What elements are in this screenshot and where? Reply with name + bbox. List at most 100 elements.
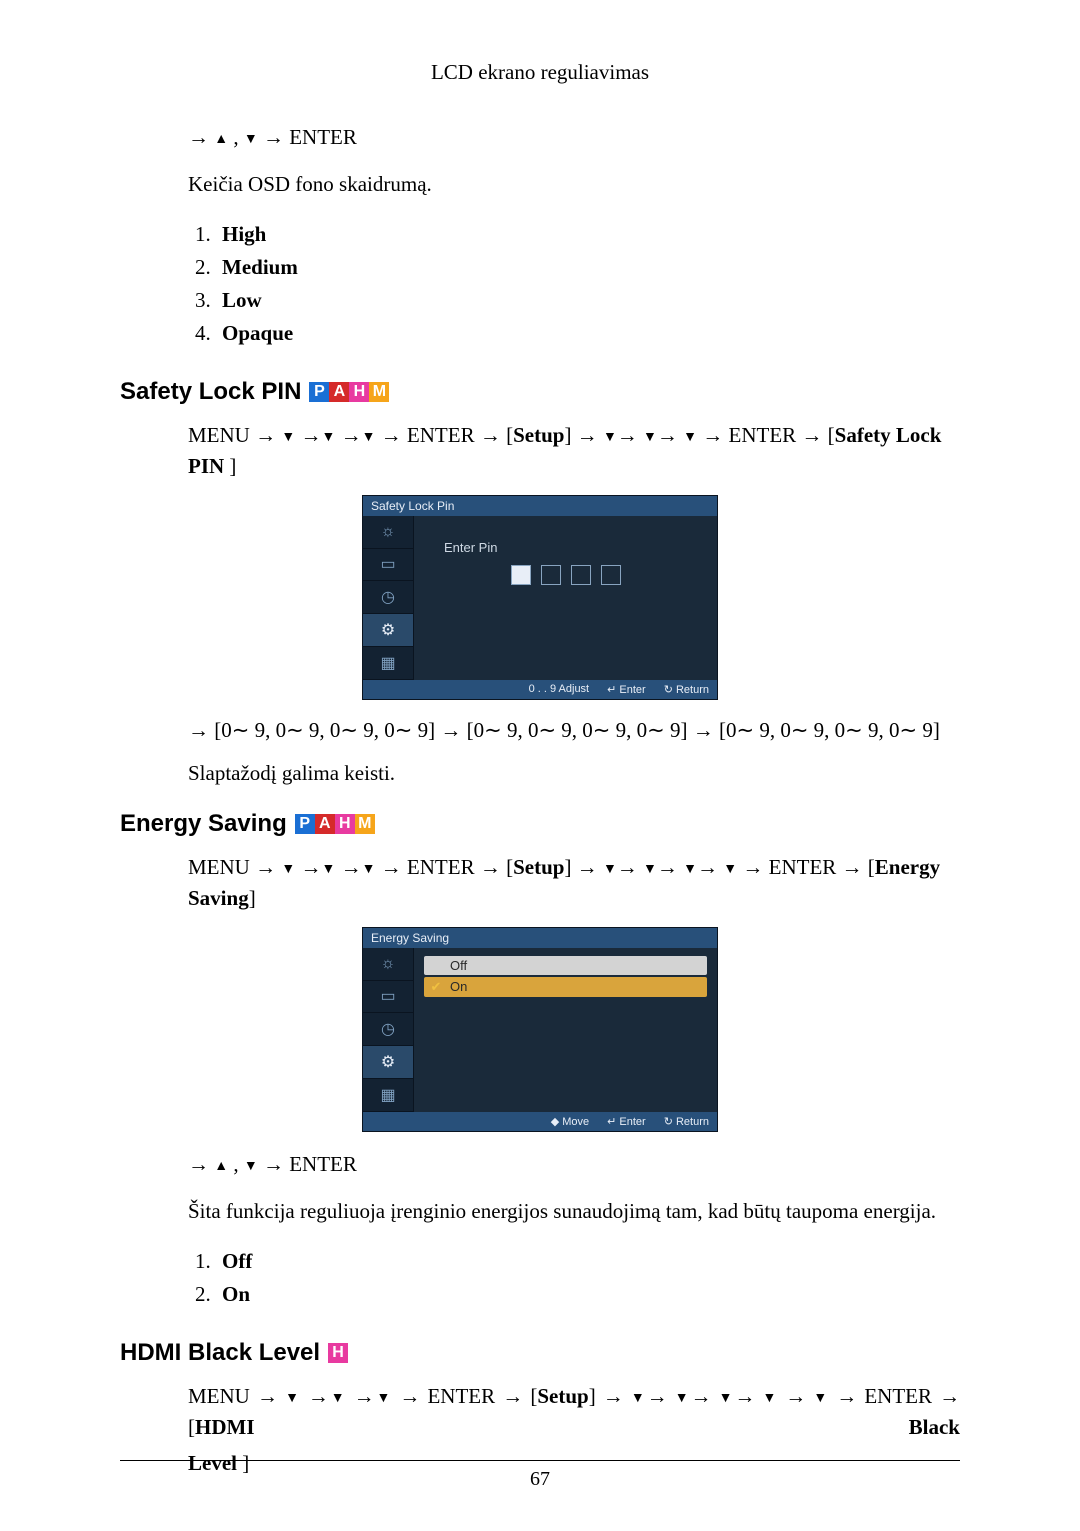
- check-icon: ✔: [430, 979, 442, 995]
- triangle-down-icon: [375, 1384, 393, 1408]
- footer-rule: [120, 1460, 960, 1461]
- osd-footer-move: ◆ Move: [551, 1115, 589, 1128]
- heading-safety-lock-pin: Safety Lock PIN P A H M: [120, 378, 960, 406]
- option-label: High: [222, 222, 266, 246]
- osd-multi-icon: ▦: [363, 1079, 413, 1112]
- separator-text: ,: [228, 125, 244, 149]
- badge-m-icon: M: [355, 814, 375, 834]
- nav-path-intro: → , → ENTER: [188, 123, 960, 152]
- enter-label: ENTER: [729, 423, 797, 447]
- triangle-down-icon: [675, 1384, 691, 1408]
- separator-text: ,: [228, 1152, 244, 1176]
- triangle-down-icon: [603, 855, 617, 879]
- osd-picture-icon: ☼: [363, 948, 413, 981]
- osd-footer-return: ↻ Return: [664, 1115, 709, 1128]
- setup-label: Setup: [537, 1384, 588, 1408]
- hdmi-black-label-1: HDMI Black: [195, 1415, 960, 1439]
- safety-lock-pin-label: Safety Lock PIN: [188, 423, 941, 479]
- triangle-down-icon: [281, 855, 295, 879]
- heading-energy-saving: Energy Saving P A H M: [120, 810, 960, 838]
- badge-h-icon: H: [335, 814, 355, 834]
- osd-footer-enter: ↵ Enter: [607, 1115, 646, 1128]
- enter-label: ENTER: [769, 855, 837, 879]
- enter-label: ENTER: [864, 1384, 932, 1408]
- triangle-down-icon: [723, 855, 737, 879]
- badge-a-icon: A: [315, 814, 335, 834]
- osd-footer: 0 . . 9 Adjust ↵ Enter ↻ Return: [363, 680, 717, 699]
- pin-box-icon: [571, 565, 591, 585]
- badge-h-icon: H: [328, 1343, 348, 1363]
- enter-label: ENTER: [427, 1384, 495, 1408]
- arrow-text: →: [188, 1152, 214, 1176]
- osd-multi-icon: ▦: [363, 647, 413, 680]
- heading-text: Safety Lock PIN: [120, 378, 301, 406]
- osd-sidebar: ☼ ▭ ◷ ⚙ ▦: [363, 948, 414, 1112]
- osd-option-on: ✔ On: [424, 977, 707, 997]
- osd-picture-icon: ☼: [363, 516, 413, 549]
- osd-main: Enter Pin: [414, 516, 717, 680]
- triangle-down-icon: [683, 855, 697, 879]
- list-item: Opaque: [216, 317, 960, 350]
- heading-text: HDMI Black Level: [120, 1339, 320, 1367]
- pin-box-icon: [541, 565, 561, 585]
- enter-label: ENTER: [289, 125, 357, 149]
- osd-title: Energy Saving: [363, 928, 717, 948]
- triangle-down-icon: [244, 1152, 258, 1176]
- arrow-icon: →: [188, 125, 214, 149]
- page-title: LCD ekrano reguliavimas: [120, 60, 960, 85]
- badge-p-icon: P: [295, 814, 315, 834]
- badge-m-icon: M: [369, 382, 389, 402]
- menu-path-safety: MENU → → → → ENTER → [Setup] → → → → ENT…: [188, 420, 960, 483]
- list-item: Off: [216, 1245, 960, 1278]
- triangle-down-icon: [281, 423, 295, 447]
- menu-label: MENU →: [188, 1384, 285, 1408]
- list-item: On: [216, 1278, 960, 1311]
- osd-body: ☼ ▭ ◷ ⚙ ▦ Off ✔ On: [363, 948, 717, 1112]
- option-label: Low: [222, 288, 262, 312]
- triangle-down-icon: [362, 855, 376, 879]
- energy-desc: Šita funkcija reguliuoja įrenginio energ…: [188, 1197, 960, 1226]
- pin-change-desc: Slaptažodį galima keisti.: [188, 761, 960, 786]
- osd-setup-icon: ⚙: [363, 1046, 413, 1079]
- badge-group: P A H M: [295, 814, 375, 834]
- menu-path-energy: MENU → → → → ENTER → [Setup] → → → → → E…: [188, 852, 960, 915]
- badge-a-icon: A: [329, 382, 349, 402]
- intro-desc: Keičia OSD fono skaidrumą.: [188, 170, 960, 199]
- page-number: 67: [0, 1468, 1080, 1491]
- list-item: Low: [216, 284, 960, 317]
- menu-label: MENU →: [188, 855, 281, 879]
- badge-group: P A H M: [309, 382, 389, 402]
- page: LCD ekrano reguliavimas → , → ENTER Keič…: [0, 0, 1080, 1531]
- setup-label: Setup: [513, 855, 564, 879]
- menu-label: MENU →: [188, 423, 281, 447]
- osd-input-icon: ▭: [363, 981, 413, 1014]
- triangle-down-icon: [321, 855, 335, 879]
- pin-boxes: [424, 565, 707, 585]
- osd-setup-icon: ⚙: [363, 614, 413, 647]
- arrow-text: →: [258, 125, 290, 149]
- badge-h-icon: H: [349, 382, 369, 402]
- osd-screenshot-energy: Energy Saving ☼ ▭ ◷ ⚙ ▦ Off ✔ On ◆: [362, 927, 718, 1132]
- option-label: Opaque: [222, 321, 293, 345]
- osd-body: ☼ ▭ ◷ ⚙ ▦ Enter Pin: [363, 516, 717, 680]
- triangle-down-icon: [643, 423, 657, 447]
- intro-options-list: High Medium Low Opaque: [188, 218, 960, 350]
- enter-label: ENTER: [407, 423, 475, 447]
- triangle-down-icon: [683, 423, 697, 447]
- option-label: Off: [450, 958, 467, 973]
- triangle-down-icon: [719, 1384, 735, 1408]
- triangle-down-icon: [603, 423, 617, 447]
- badge-group: H: [328, 1343, 348, 1363]
- osd-input-icon: ▭: [363, 549, 413, 582]
- enter-label: ENTER: [407, 855, 475, 879]
- triangle-down-icon: [813, 1384, 829, 1408]
- triangle-down-icon: [762, 1384, 778, 1408]
- triangle-down-icon: [362, 423, 376, 447]
- energy-options-list: Off On: [188, 1245, 960, 1311]
- triangle-up-icon: [214, 1152, 228, 1176]
- osd-title: Safety Lock Pin: [363, 496, 717, 516]
- triangle-down-icon: [285, 1384, 301, 1408]
- list-item: Medium: [216, 251, 960, 284]
- nav-path-energy-after: → , → ENTER: [188, 1150, 960, 1179]
- triangle-down-icon: [329, 1384, 347, 1408]
